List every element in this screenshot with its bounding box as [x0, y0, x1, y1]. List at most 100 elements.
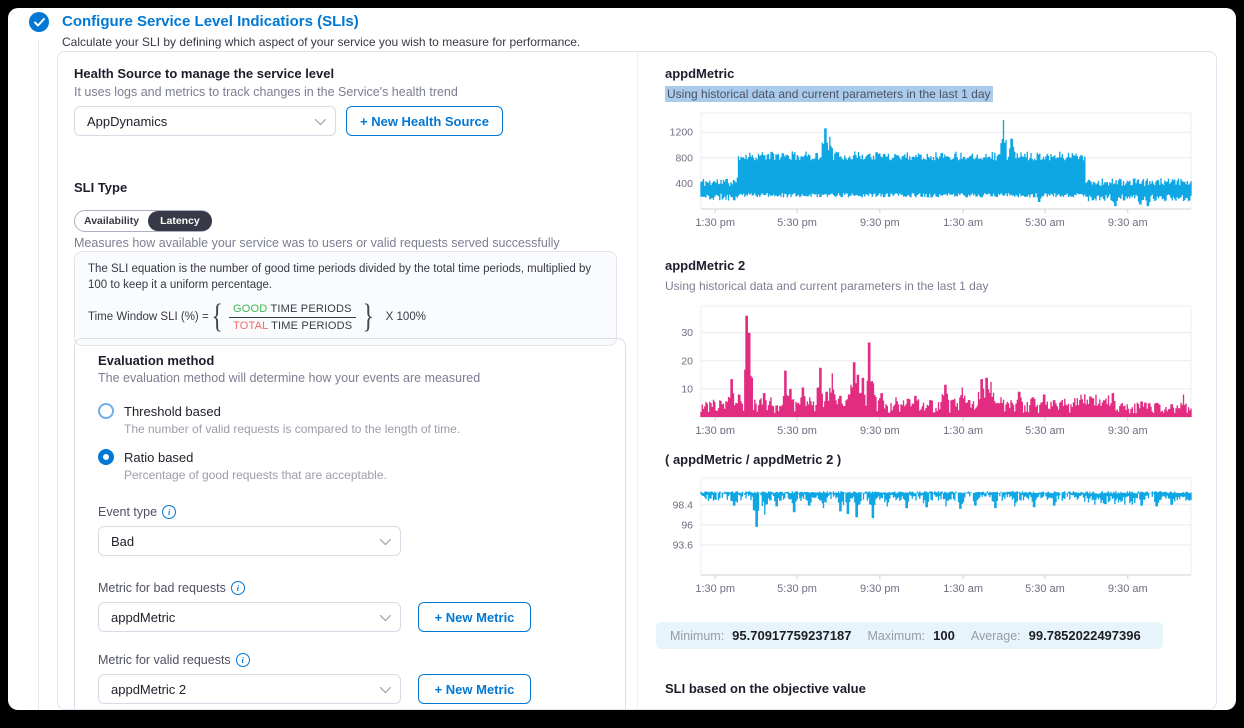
radio-threshold-based[interactable]: Threshold based	[98, 403, 602, 419]
appdmetric-chart: 400 800 1200 1:30 pm 5:30 pm 9:30 pm 1:30 am 5:…	[665, 108, 1205, 232]
sli-equation-box: The SLI equation is the number of good t…	[74, 251, 617, 346]
new-metric-button[interactable]: + New Metric	[418, 674, 531, 704]
sli-equation-formula: Time Window SLI (%) = { GOOD TIME PERIOD…	[88, 298, 603, 336]
svg-text:9:30 am: 9:30 am	[1108, 217, 1148, 229]
svg-text:96: 96	[681, 519, 693, 531]
appdmetric-2-chart: 10 20 30 1:30 pm 5:30 pm 9:30 pm 1:30 am 5:30 a…	[665, 298, 1205, 434]
chevron-down-icon	[315, 114, 326, 125]
chart-1-subtitle: Using historical data and current parame…	[665, 87, 993, 101]
svg-text:400: 400	[675, 178, 693, 190]
formula-total: TOTAL	[233, 320, 268, 332]
metric-valid-select-value: appdMetric 2	[111, 682, 186, 697]
evaluation-method-description: The evaluation method will determine how…	[98, 371, 602, 385]
formula-fraction: GOOD TIME PERIODS TOTAL TIME PERIODS	[229, 303, 356, 332]
panel-divider	[637, 52, 638, 709]
sli-type-toggle: Availability Latency	[74, 210, 212, 232]
svg-text:98.4: 98.4	[673, 499, 694, 511]
svg-text:1:30 pm: 1:30 pm	[695, 583, 735, 594]
svg-text:20: 20	[681, 355, 693, 367]
sli-config-card: Health Source to manage the service leve…	[57, 51, 1217, 710]
maximum-value: 100	[933, 628, 955, 643]
health-source-select[interactable]: AppDynamics	[74, 106, 336, 136]
radio-threshold-label: Threshold based	[124, 404, 221, 419]
health-source-description: It uses logs and metrics to track change…	[74, 85, 458, 99]
svg-text:9:30 pm: 9:30 pm	[860, 217, 900, 229]
metric-bad-label-text: Metric for bad requests	[98, 581, 226, 595]
svg-text:30: 30	[681, 327, 693, 339]
app-window: Configure Service Level Indicatiors (SLI…	[8, 8, 1236, 710]
svg-text:5:30 pm: 5:30 pm	[777, 425, 817, 434]
average-value: 99.7852022497396	[1029, 628, 1141, 643]
svg-text:9:30 am: 9:30 am	[1108, 425, 1148, 434]
svg-text:800: 800	[675, 152, 693, 164]
stats-bar: Minimum: 95.70917759237187 Maximum: 100 …	[656, 622, 1163, 649]
sli-objective-heading: SLI based on the objective value	[665, 681, 866, 696]
maximum-label: Maximum:	[867, 629, 925, 643]
svg-text:9:30 pm: 9:30 pm	[860, 425, 900, 434]
chart-2-title: appdMetric 2	[665, 258, 745, 273]
svg-text:9:30 pm: 9:30 pm	[860, 583, 900, 594]
event-type-select-value: Bad	[111, 534, 134, 549]
radio-threshold-description: The number of valid requests is compared…	[124, 422, 602, 436]
formula-denominator-rest: TIME PERIODS	[268, 320, 352, 332]
svg-text:5:30 pm: 5:30 pm	[777, 217, 817, 229]
preview-panel: appdMetric Using historical data and cur…	[665, 52, 1210, 709]
check-circle-icon	[29, 12, 49, 32]
metric-valid-label-text: Metric for valid requests	[98, 653, 231, 667]
formula-lhs: Time Window SLI (%) =	[88, 311, 209, 323]
svg-text:1:30 am: 1:30 am	[943, 583, 983, 594]
wizard-step-rail	[38, 40, 39, 710]
radio-ratio-label: Ratio based	[124, 450, 193, 465]
svg-text:1:30 pm: 1:30 pm	[695, 425, 735, 434]
page-title: Configure Service Level Indicatiors (SLI…	[62, 13, 359, 30]
new-health-source-button[interactable]: + New Health Source	[346, 106, 503, 136]
formula-rhs: X 100%	[386, 311, 426, 323]
info-icon[interactable]: i	[236, 653, 250, 667]
radio-ratio-based[interactable]: Ratio based	[98, 449, 602, 465]
radio-threshold-icon[interactable]	[98, 403, 114, 419]
metric-valid-label: Metric for valid requests i	[98, 653, 602, 667]
chevron-down-icon	[380, 610, 391, 621]
minimum-label: Minimum:	[670, 629, 724, 643]
sli-equation-text: The SLI equation is the number of good t…	[88, 261, 603, 293]
event-type-select[interactable]: Bad	[98, 526, 401, 556]
metric-bad-select-value: appdMetric	[111, 610, 175, 625]
svg-text:5:30 am: 5:30 am	[1025, 425, 1065, 434]
svg-text:5:30 pm: 5:30 pm	[777, 583, 817, 594]
svg-text:1:30 pm: 1:30 pm	[695, 217, 735, 229]
sli-type-heading: SLI Type	[74, 180, 127, 195]
metric-valid-select[interactable]: appdMetric 2	[98, 674, 401, 704]
sli-type-option-latency[interactable]: Latency	[148, 211, 212, 231]
svg-text:9:30 am: 9:30 am	[1108, 583, 1148, 594]
metric-bad-select[interactable]: appdMetric	[98, 602, 401, 632]
formula-good: GOOD	[233, 303, 267, 315]
ratio-chart: 93.6 96 98.4 1:30 pm 5:30 pm 9:30 pm 1:30 am 5:…	[665, 470, 1205, 594]
chart-2-subtitle: Using historical data and current parame…	[665, 279, 989, 293]
average-label: Average:	[971, 629, 1021, 643]
sli-type-description: Measures how available your service was …	[74, 236, 560, 250]
page-subtitle: Calculate your SLI by defining which asp…	[62, 35, 580, 49]
new-metric-button[interactable]: + New Metric	[418, 602, 531, 632]
radio-ratio-description: Percentage of good requests that are acc…	[124, 468, 602, 482]
chart-1-title: appdMetric	[665, 66, 734, 81]
metric-bad-label: Metric for bad requests i	[98, 581, 602, 595]
health-source-select-value: AppDynamics	[87, 114, 167, 129]
info-icon[interactable]: i	[231, 581, 245, 595]
evaluation-method-box: Evaluation method The evaluation method …	[74, 338, 626, 710]
right-brace: }	[363, 298, 374, 336]
svg-text:1200: 1200	[670, 127, 694, 139]
svg-text:10: 10	[681, 383, 693, 395]
selected-text-highlight: Using historical data and current parame…	[665, 86, 993, 102]
info-icon[interactable]: i	[162, 505, 176, 519]
left-brace: {	[211, 298, 222, 336]
chart-3-title: ( appdMetric / appdMetric 2 )	[665, 452, 841, 467]
evaluation-method-heading: Evaluation method	[98, 353, 602, 368]
sli-type-option-availability[interactable]: Availability	[75, 211, 148, 231]
svg-text:93.6: 93.6	[673, 539, 694, 551]
event-type-label-text: Event type	[98, 505, 157, 519]
radio-ratio-icon[interactable]	[98, 449, 114, 465]
svg-text:1:30 am: 1:30 am	[943, 425, 983, 434]
svg-text:5:30 am: 5:30 am	[1025, 217, 1065, 229]
svg-text:1:30 am: 1:30 am	[943, 217, 983, 229]
svg-text:5:30 am: 5:30 am	[1025, 583, 1065, 594]
